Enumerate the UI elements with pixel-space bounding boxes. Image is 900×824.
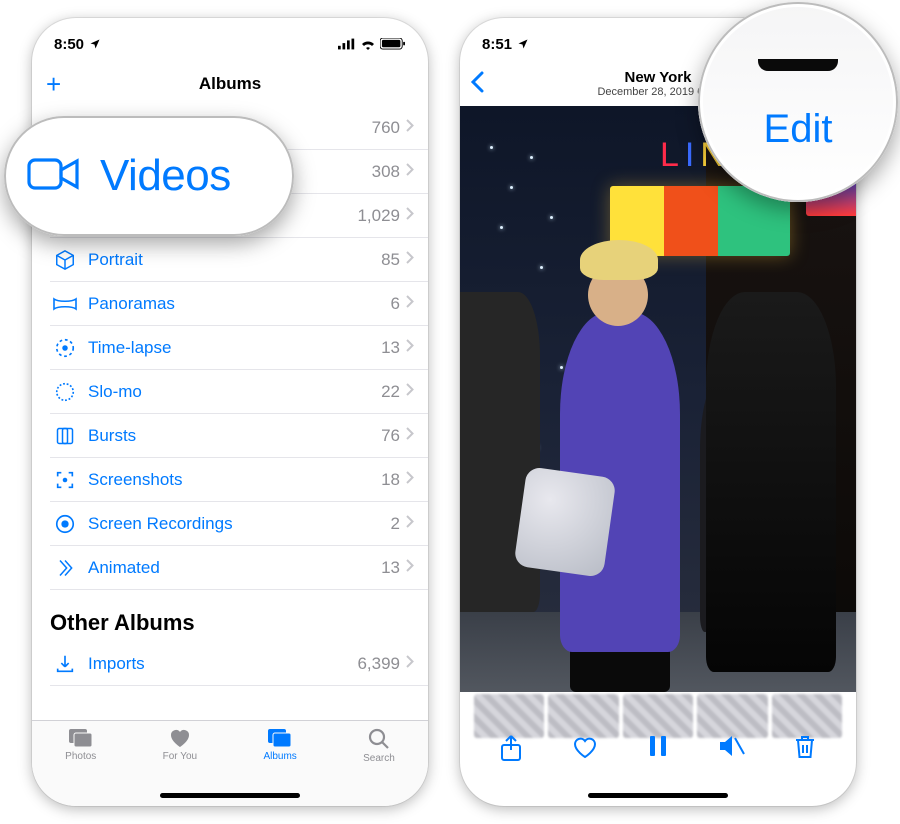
row-portrait[interactable]: Portrait 85 bbox=[50, 238, 428, 282]
row-timelapse[interactable]: Time-lapse 13 bbox=[50, 326, 428, 370]
burst-icon bbox=[50, 426, 80, 446]
chevron-right-icon bbox=[406, 383, 414, 401]
tab-search[interactable]: Search bbox=[363, 727, 395, 806]
location-icon bbox=[89, 38, 101, 50]
row-label: Animated bbox=[88, 558, 381, 578]
row-count: 22 bbox=[381, 382, 400, 402]
row-label: Screen Recordings bbox=[88, 514, 391, 534]
chevron-right-icon bbox=[406, 251, 414, 269]
row-count: 308 bbox=[372, 162, 400, 182]
wifi-icon bbox=[360, 38, 376, 50]
chevron-right-icon bbox=[406, 515, 414, 533]
row-count: 13 bbox=[381, 338, 400, 358]
chevron-right-icon bbox=[406, 471, 414, 489]
row-count: 6 bbox=[391, 294, 400, 314]
mute-button[interactable] bbox=[709, 734, 753, 758]
row-label: Imports bbox=[88, 654, 357, 674]
callout-edit: Edit bbox=[698, 2, 898, 202]
chevron-right-icon bbox=[406, 119, 414, 137]
chevron-right-icon bbox=[406, 163, 414, 181]
cube-icon bbox=[50, 249, 80, 271]
row-slomo[interactable]: Slo-mo 22 bbox=[50, 370, 428, 414]
clock: 8:51 bbox=[482, 36, 512, 53]
chevron-right-icon bbox=[406, 559, 414, 577]
chevron-right-icon bbox=[406, 295, 414, 313]
pano-icon bbox=[50, 297, 80, 311]
back-button[interactable] bbox=[470, 71, 484, 97]
callout-videos-label: Videos bbox=[100, 151, 231, 201]
tab-photos[interactable]: Photos bbox=[65, 727, 96, 806]
tab-label: Search bbox=[363, 753, 395, 764]
home-indicator[interactable] bbox=[160, 793, 300, 798]
pause-button[interactable] bbox=[636, 734, 680, 758]
row-label: Panoramas bbox=[88, 294, 391, 314]
tab-label: Albums bbox=[263, 751, 296, 762]
callout-edit-label: Edit bbox=[764, 107, 833, 152]
chevron-right-icon bbox=[406, 207, 414, 225]
row-count: 76 bbox=[381, 426, 400, 446]
row-label: Slo-mo bbox=[88, 382, 381, 402]
row-bursts[interactable]: Bursts 76 bbox=[50, 414, 428, 458]
screenrec-icon bbox=[50, 513, 80, 535]
row-count: 85 bbox=[381, 250, 400, 270]
battery-icon bbox=[380, 38, 406, 50]
import-icon bbox=[50, 653, 80, 675]
signal-icon bbox=[338, 38, 356, 50]
row-count: 13 bbox=[381, 558, 400, 578]
row-screenshots[interactable]: Screenshots 18 bbox=[50, 458, 428, 502]
tab-label: Photos bbox=[65, 751, 96, 762]
video-icon bbox=[26, 154, 82, 199]
row-count: 760 bbox=[372, 118, 400, 138]
location-icon bbox=[517, 38, 529, 50]
timelapse-icon bbox=[50, 337, 80, 359]
chevron-right-icon bbox=[406, 655, 414, 673]
status-bar: 8:50 bbox=[32, 18, 428, 62]
row-panoramas[interactable]: Panoramas 6 bbox=[50, 282, 428, 326]
row-label: Portrait bbox=[88, 250, 381, 270]
row-count: 18 bbox=[381, 470, 400, 490]
add-button[interactable]: + bbox=[46, 71, 61, 97]
row-label: Bursts bbox=[88, 426, 381, 446]
animated-icon bbox=[50, 558, 80, 578]
row-screenrecordings[interactable]: Screen Recordings 2 bbox=[50, 502, 428, 546]
row-count: 1,029 bbox=[357, 206, 400, 226]
row-imports[interactable]: Imports 6,399 bbox=[50, 642, 428, 686]
row-animated[interactable]: Animated 13 bbox=[50, 546, 428, 590]
tab-bar: Photos For You Albums Search bbox=[32, 720, 428, 806]
tab-label: For You bbox=[163, 751, 197, 762]
slomo-icon bbox=[50, 381, 80, 403]
row-count: 2 bbox=[391, 514, 400, 534]
share-button[interactable] bbox=[489, 734, 533, 762]
other-albums-header: Other Albums bbox=[50, 590, 428, 642]
screenshot-icon bbox=[50, 469, 80, 491]
delete-button[interactable] bbox=[783, 734, 827, 760]
clock: 8:50 bbox=[54, 36, 84, 53]
video-toolbar bbox=[460, 720, 856, 806]
chevron-right-icon bbox=[406, 339, 414, 357]
navbar-albums: + Albums bbox=[32, 62, 428, 106]
home-indicator[interactable] bbox=[588, 793, 728, 798]
page-title: Albums bbox=[199, 74, 261, 94]
favorite-button[interactable] bbox=[563, 734, 607, 760]
callout-videos: Videos bbox=[4, 116, 294, 236]
row-count: 6,399 bbox=[357, 654, 400, 674]
row-label: Time-lapse bbox=[88, 338, 381, 358]
row-label: Screenshots bbox=[88, 470, 381, 490]
chevron-right-icon bbox=[406, 427, 414, 445]
notch-icon bbox=[758, 59, 838, 71]
